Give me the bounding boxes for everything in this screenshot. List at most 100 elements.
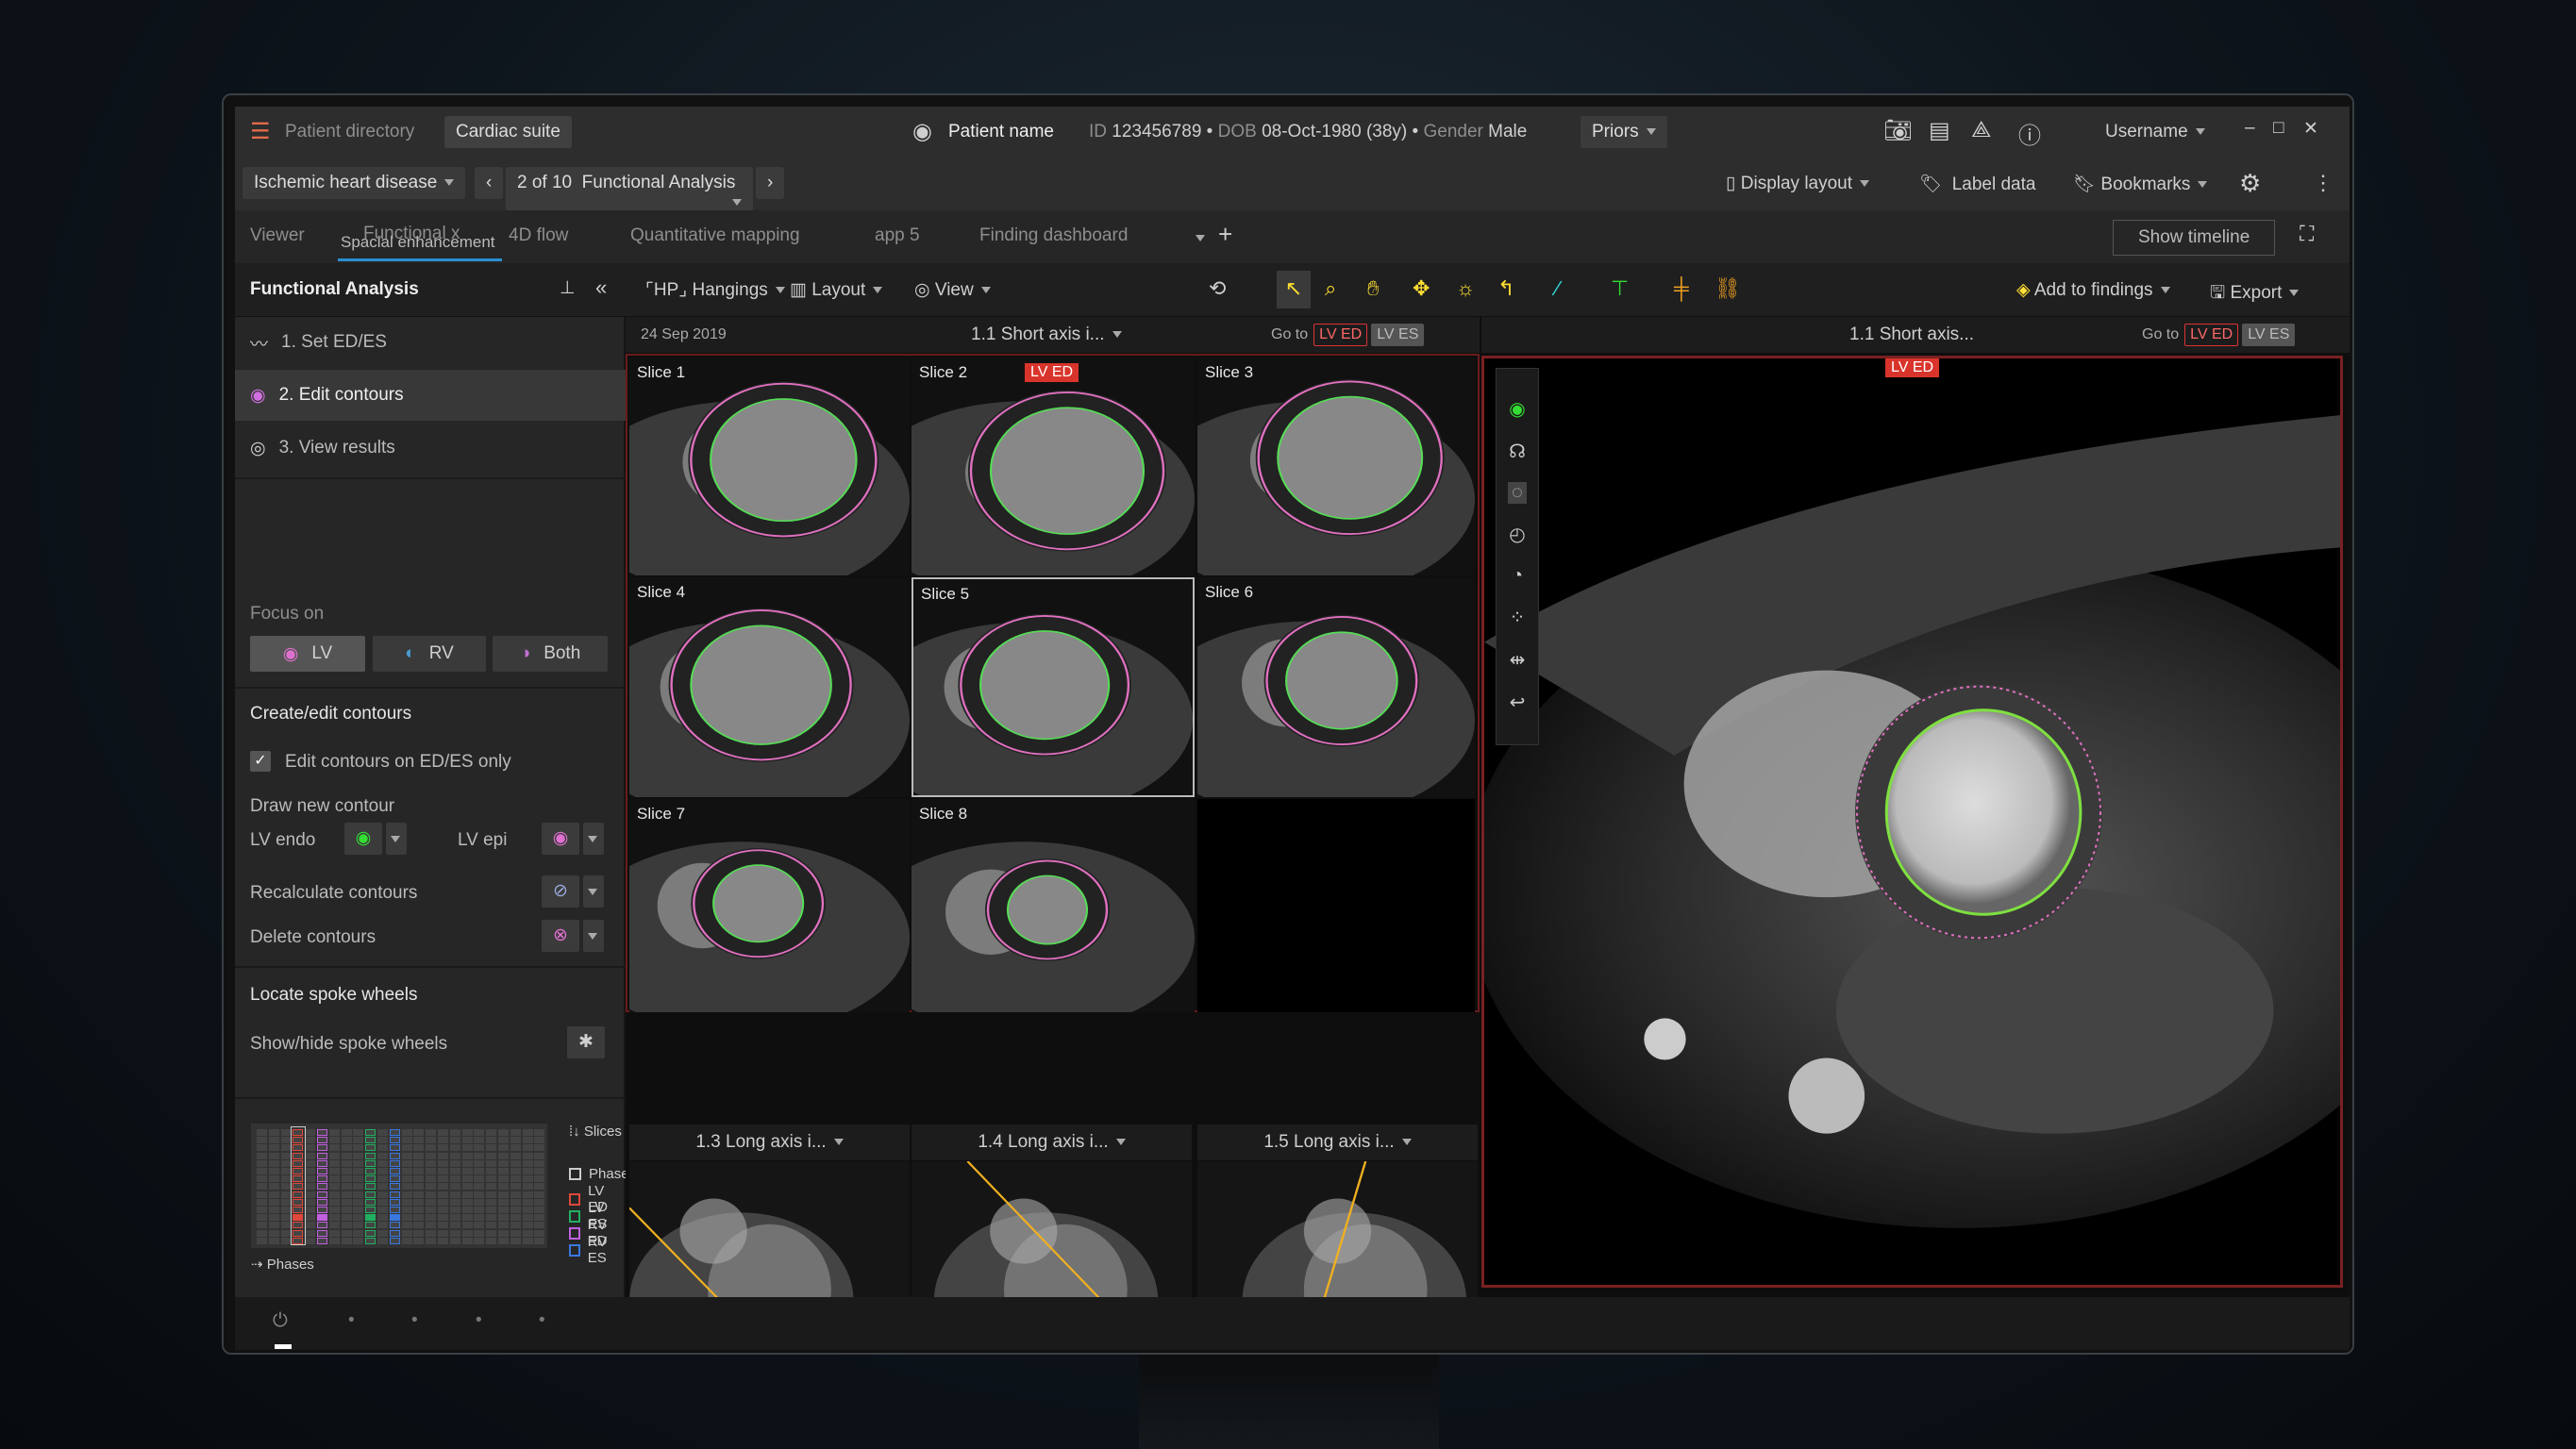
phase-cell[interactable]	[426, 1229, 437, 1237]
nudge-icon[interactable]: ◴	[1509, 523, 1525, 546]
phase-cell[interactable]	[413, 1222, 425, 1229]
phase-cell[interactable]	[341, 1152, 352, 1159]
push-icon[interactable]: ◔	[1512, 565, 1523, 587]
protocol-dropdown[interactable]: Ischemic heart disease	[243, 167, 466, 199]
phase-cell[interactable]	[377, 1191, 388, 1198]
phase-cell[interactable]	[486, 1168, 497, 1174]
phase-cell[interactable]	[317, 1214, 327, 1222]
phase-cell[interactable]	[257, 1144, 267, 1152]
phase-cell[interactable]	[474, 1137, 485, 1144]
phase-cell[interactable]	[534, 1198, 545, 1206]
phase-cell[interactable]	[341, 1183, 352, 1191]
phase-cell[interactable]	[461, 1137, 473, 1144]
phase-cell[interactable]	[498, 1229, 509, 1237]
slice-viewport[interactable]: Slice 7	[629, 799, 910, 1012]
phase-cell[interactable]	[328, 1175, 340, 1183]
delete-contours-dropdown[interactable]	[583, 920, 604, 952]
phase-cell[interactable]	[317, 1222, 327, 1229]
phase-cell[interactable]	[510, 1152, 521, 1159]
recalculate-dropdown[interactable]	[583, 875, 604, 908]
phase-cell[interactable]	[305, 1168, 316, 1174]
phase-cell[interactable]	[474, 1144, 485, 1152]
phase-cell[interactable]	[522, 1137, 533, 1144]
phase-cell[interactable]	[328, 1237, 340, 1244]
phase-cell[interactable]	[353, 1175, 364, 1183]
phase-cell[interactable]	[474, 1222, 485, 1229]
phase-cell[interactable]	[365, 1237, 376, 1244]
phase-cell[interactable]	[341, 1168, 352, 1174]
select-tool-icon[interactable]: ↖	[1277, 271, 1311, 308]
phase-cell[interactable]	[510, 1144, 521, 1152]
phase-cell[interactable]	[438, 1175, 448, 1183]
phase-cell[interactable]	[426, 1191, 437, 1198]
phase-cell[interactable]	[257, 1175, 267, 1183]
spoke-wheels-toggle[interactable]: ✱	[567, 1026, 605, 1058]
phase-cell[interactable]	[534, 1222, 545, 1229]
phase-cell[interactable]	[353, 1237, 364, 1244]
phase-cell[interactable]	[426, 1168, 437, 1174]
freehand-icon[interactable]: ☊	[1509, 440, 1526, 463]
phase-cell[interactable]	[413, 1207, 425, 1213]
phase-cell[interactable]	[389, 1152, 400, 1159]
phase-cell[interactable]	[534, 1144, 545, 1152]
annotation-text-icon[interactable]: ⊤	[1611, 276, 1629, 301]
phase-cell[interactable]	[522, 1198, 533, 1206]
phase-cell[interactable]	[268, 1168, 279, 1174]
bezel-button[interactable]: •	[348, 1310, 355, 1331]
power-icon[interactable]: ⏻	[273, 1310, 288, 1332]
phase-cell[interactable]	[413, 1183, 425, 1191]
phase-cell[interactable]	[353, 1222, 364, 1229]
phase-cell[interactable]	[510, 1129, 521, 1136]
tab-finding-dashboard[interactable]: Finding dashboard	[979, 225, 1128, 246]
phase-cell[interactable]	[426, 1175, 437, 1183]
phase-cell[interactable]	[413, 1152, 425, 1159]
phase-cell[interactable]	[377, 1168, 388, 1174]
phase-cell[interactable]	[426, 1214, 437, 1222]
phase-cell[interactable]	[353, 1137, 364, 1144]
phase-cell[interactable]	[257, 1129, 267, 1136]
phase-cell[interactable]	[280, 1152, 292, 1159]
phase-cell[interactable]	[341, 1214, 352, 1222]
slice-viewport[interactable]: Slice 8	[912, 799, 1195, 1012]
phase-cell[interactable]	[449, 1214, 460, 1222]
focus-rv-button[interactable]: ◐ RV	[373, 636, 486, 672]
share-icon[interactable]: ⟁	[1971, 117, 1991, 143]
phase-cell[interactable]	[268, 1159, 279, 1167]
phase-cell[interactable]	[305, 1137, 316, 1144]
phase-cell[interactable]	[461, 1144, 473, 1152]
phase-cell[interactable]	[413, 1168, 425, 1174]
phase-cell[interactable]	[328, 1229, 340, 1237]
phase-cell[interactable]	[353, 1129, 364, 1136]
phase-cell[interactable]	[401, 1214, 412, 1222]
phase-cell[interactable]	[426, 1144, 437, 1152]
phase-cell[interactable]	[461, 1222, 473, 1229]
phase-cell[interactable]	[328, 1183, 340, 1191]
phase-cell[interactable]	[449, 1129, 460, 1136]
phase-cell[interactable]	[341, 1159, 352, 1167]
phase-cell[interactable]	[268, 1175, 279, 1183]
phase-cell[interactable]	[328, 1191, 340, 1198]
undo-icon[interactable]: ↩	[1510, 691, 1526, 714]
phase-cell[interactable]	[365, 1207, 376, 1213]
bookmarks-menu[interactable]: 🔖︎ Bookmarks	[2073, 173, 2208, 195]
phase-cell[interactable]	[317, 1129, 327, 1136]
phase-cell[interactable]	[449, 1168, 460, 1174]
draw-contour-icon[interactable]: ◉	[1509, 397, 1525, 421]
window-level-icon[interactable]: ☼	[1456, 276, 1475, 301]
phase-cell[interactable]	[377, 1152, 388, 1159]
long-axis-viewport[interactable]	[1197, 1161, 1478, 1297]
phase-cell[interactable]	[438, 1214, 448, 1222]
phase-cell[interactable]	[377, 1137, 388, 1144]
phase-cell[interactable]	[328, 1129, 340, 1136]
measure-line-icon[interactable]: ∕	[1556, 276, 1560, 301]
bezel-button[interactable]: •	[476, 1310, 482, 1331]
phase-cell[interactable]	[305, 1222, 316, 1229]
phase-cell[interactable]	[305, 1152, 316, 1159]
phase-cell[interactable]	[389, 1175, 400, 1183]
phase-cell[interactable]	[353, 1198, 364, 1206]
phase-cell[interactable]	[353, 1207, 364, 1213]
slice-viewport[interactable]: Slice 3	[1197, 358, 1475, 575]
phase-cell[interactable]	[522, 1237, 533, 1244]
phase-cell[interactable]	[486, 1175, 497, 1183]
phase-cell[interactable]	[257, 1198, 267, 1206]
